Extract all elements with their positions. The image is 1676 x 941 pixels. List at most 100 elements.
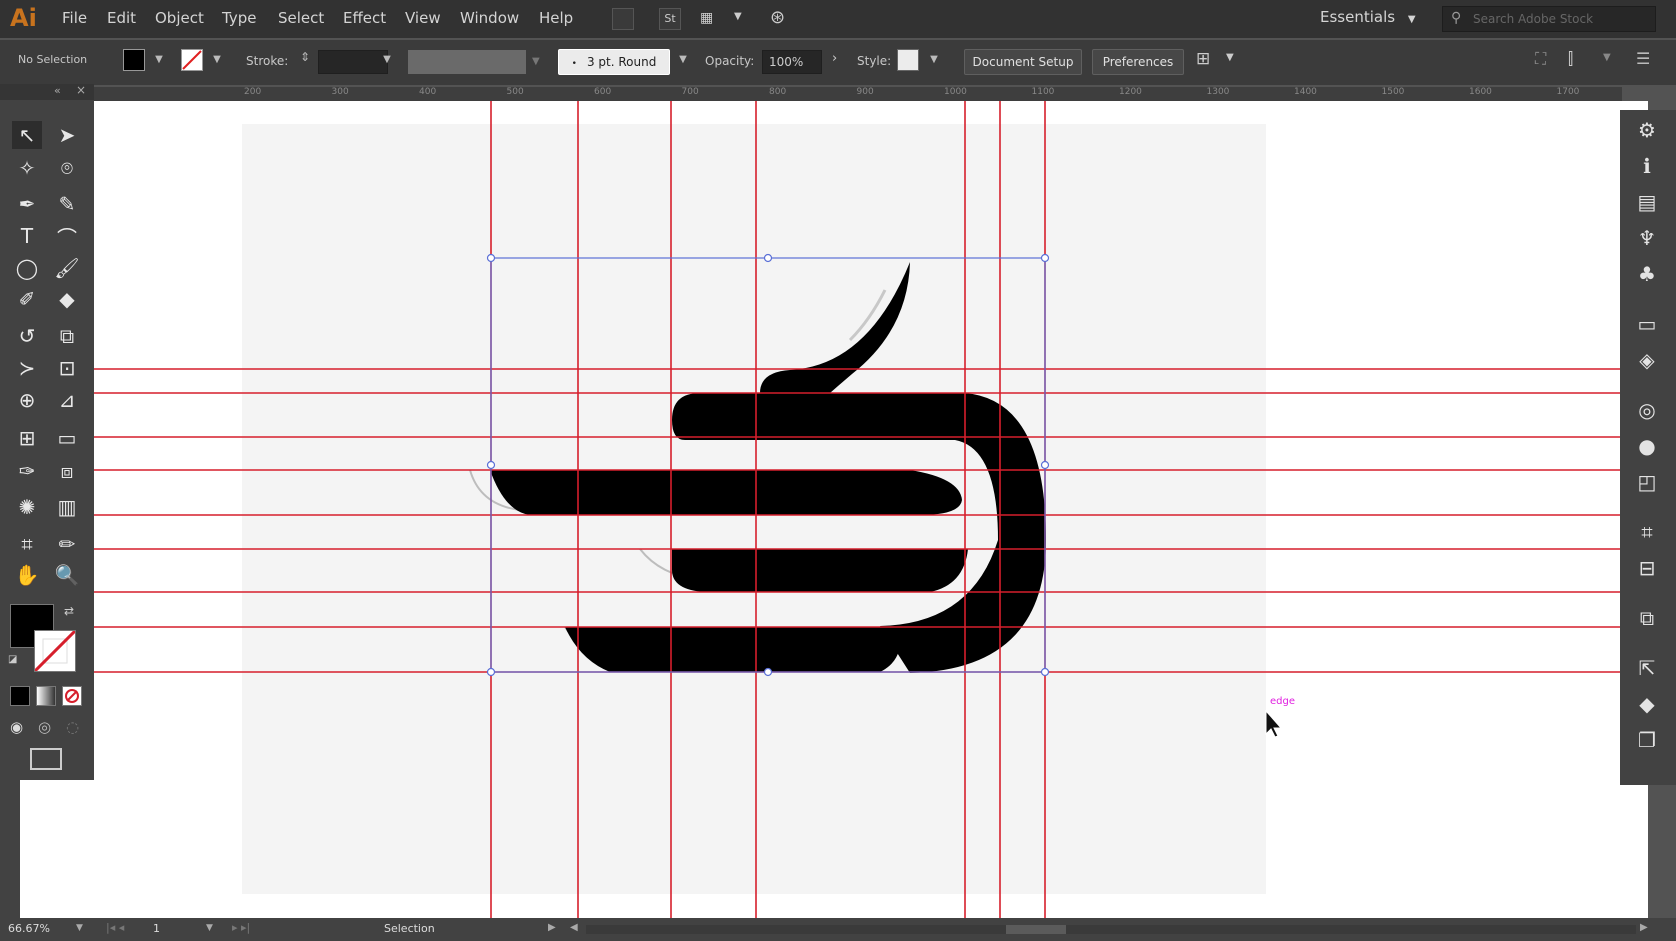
collapse-icon[interactable]: «	[54, 84, 61, 97]
width-tool-icon[interactable]: ≻	[12, 354, 42, 382]
blend-tool-icon[interactable]: ⧈	[52, 457, 82, 485]
chevron-down-icon[interactable]: ▼	[76, 923, 83, 933]
document-setup-button[interactable]: Document Setup	[964, 49, 1082, 75]
stock-icon[interactable]: St	[659, 8, 681, 30]
hand-tool-icon[interactable]: ✋	[12, 561, 42, 589]
draw-normal-icon[interactable]: ◉	[10, 718, 23, 736]
ellipse-tool-icon[interactable]: ◯	[12, 254, 42, 282]
layers-icon[interactable]: ◆	[1633, 690, 1661, 718]
chevron-right-icon[interactable]: ▶	[548, 922, 556, 933]
horizontal-ruler[interactable]: 200 300 400 500 600 700 800 900 1000 1100 1200 1300…	[94, 87, 1622, 101]
stroke-stepper-icon[interactable]: ⇕	[300, 50, 310, 64]
search-adobe-stock-input[interactable]: ⚲ Search Adobe Stock	[1442, 6, 1656, 32]
draw-inside-icon[interactable]: ◌	[66, 718, 79, 736]
eyedropper-tool-icon[interactable]: ✑	[12, 457, 42, 485]
menu-help[interactable]: Help	[539, 9, 573, 27]
magic-wand-tool-icon[interactable]: ✧	[12, 154, 42, 182]
transparency-icon[interactable]: ◰	[1633, 468, 1661, 496]
workspace-switcher[interactable]: Essentials ▼	[1320, 8, 1416, 26]
align-options-icon[interactable]: ⊞	[1196, 49, 1210, 69]
perspective-grid-tool-icon[interactable]: ⊿	[52, 386, 82, 414]
scroll-right-icon[interactable]: ▶	[1640, 922, 1648, 933]
panel-menu-icon[interactable]: ☰	[1636, 49, 1650, 68]
transform-icon[interactable]: ⛶	[1535, 49, 1546, 69]
transform-panel-icon[interactable]: ⌗	[1633, 518, 1661, 546]
zoom-tool-icon[interactable]: 🔍	[52, 561, 82, 589]
chevron-down-icon[interactable]: ▼	[150, 50, 168, 70]
shaper-tool-icon[interactable]: ✐	[12, 285, 42, 313]
variable-width-profile[interactable]	[408, 50, 526, 74]
bridge-icon[interactable]	[612, 8, 634, 30]
zoom-level[interactable]: 66.67%	[8, 922, 50, 935]
scroll-left-icon[interactable]: ◀	[570, 922, 578, 933]
opacity-input[interactable]: 100%	[762, 50, 822, 74]
brush-definition-dropdown[interactable]: • 3 pt. Round	[558, 49, 670, 75]
default-colors-icon[interactable]: ◪	[8, 654, 17, 665]
horizontal-scrollbar[interactable]	[586, 925, 1636, 934]
graphic-styles-icon[interactable]: ●	[1633, 432, 1661, 460]
preferences-button[interactable]: Preferences	[1092, 49, 1184, 75]
menu-edit[interactable]: Edit	[107, 9, 136, 27]
tools-panel-header[interactable]: « ×	[0, 83, 94, 100]
appearance-icon[interactable]: ◎	[1633, 396, 1661, 424]
menu-type[interactable]: Type	[222, 9, 256, 27]
gradient-mode-icon[interactable]	[36, 686, 56, 706]
pen-tool-icon[interactable]: ✒	[12, 190, 42, 218]
gpu-performance-icon[interactable]: ⊛	[770, 7, 785, 28]
scale-tool-icon[interactable]: ⧉	[52, 322, 82, 350]
paintbrush-tool-icon[interactable]: 🖌	[52, 254, 82, 282]
graphic-style-swatch[interactable]	[897, 49, 919, 71]
chevron-down-icon[interactable]: ▼	[734, 11, 742, 22]
menu-select[interactable]: Select	[278, 9, 324, 27]
swatches-icon[interactable]: ◈	[1633, 346, 1661, 374]
properties-icon[interactable]: ⚙	[1633, 116, 1661, 144]
menu-file[interactable]: File	[62, 9, 87, 27]
chevron-down-icon[interactable]: ▼	[378, 50, 396, 70]
isolate-icon[interactable]: ⫿	[1568, 49, 1573, 69]
menu-window[interactable]: Window	[460, 9, 519, 27]
scrollbar-thumb[interactable]	[1006, 925, 1066, 934]
close-icon[interactable]: ×	[76, 83, 86, 97]
pathfinder-icon[interactable]: ⧉	[1633, 604, 1661, 632]
puppet-icon[interactable]: ♆	[1633, 224, 1661, 252]
color-mode-icon[interactable]	[10, 686, 30, 706]
brushes-icon[interactable]: ▭	[1633, 310, 1661, 338]
line-segment-tool-icon[interactable]: ⌒	[52, 222, 82, 250]
export-icon[interactable]: ⇱	[1633, 654, 1661, 682]
symbol-sprayer-tool-icon[interactable]: ✺	[12, 493, 42, 521]
swap-fill-stroke-icon[interactable]: ⇄	[64, 604, 74, 618]
artboard-number-input[interactable]: 1	[153, 922, 160, 935]
first-artboard-icon[interactable]: |◂ ◂	[106, 921, 124, 934]
column-graph-tool-icon[interactable]: ▥	[52, 493, 82, 521]
selection-tool-icon[interactable]: ↖	[12, 121, 42, 149]
direct-selection-tool-icon[interactable]: ➤	[52, 121, 82, 149]
chevron-right-icon[interactable]: ›	[832, 51, 837, 66]
chevron-down-icon[interactable]: ▼	[1226, 52, 1234, 63]
chevron-down-icon[interactable]: ▼	[674, 50, 692, 70]
info-icon[interactable]: ℹ	[1633, 152, 1661, 180]
chevron-down-icon[interactable]: ▼	[1603, 52, 1611, 63]
arrange-documents-icon[interactable]: ▦	[700, 10, 722, 26]
placed-sketch-image[interactable]	[242, 124, 1266, 894]
artboard-tool-icon[interactable]: ⌗	[12, 530, 42, 558]
stroke-color-swatch[interactable]	[34, 630, 76, 672]
gradient-tool-icon[interactable]: ▭	[52, 424, 82, 452]
draw-behind-icon[interactable]: ◎	[38, 718, 51, 736]
slice-tool-icon[interactable]: ✏	[52, 530, 82, 558]
fill-swatch[interactable]	[123, 49, 145, 71]
stroke-swatch[interactable]	[181, 49, 203, 71]
artboards-icon[interactable]: ❐	[1633, 726, 1661, 754]
menu-view[interactable]: View	[405, 9, 441, 27]
mesh-tool-icon[interactable]: ⊞	[12, 424, 42, 452]
none-mode-icon[interactable]	[62, 686, 82, 706]
screen-mode-icon[interactable]	[30, 748, 62, 770]
align-icon[interactable]: ⊟	[1633, 554, 1661, 582]
eraser-tool-icon[interactable]: ◆	[52, 285, 82, 313]
menu-effect[interactable]: Effect	[343, 9, 386, 27]
symbols-icon[interactable]: ♣	[1633, 260, 1661, 288]
curvature-tool-icon[interactable]: ✎	[52, 190, 82, 218]
chevron-down-icon[interactable]: ▼	[206, 923, 213, 933]
chevron-down-icon[interactable]: ▼	[532, 50, 550, 74]
rotate-tool-icon[interactable]: ↺	[12, 322, 42, 350]
chevron-down-icon[interactable]: ▼	[925, 50, 943, 70]
